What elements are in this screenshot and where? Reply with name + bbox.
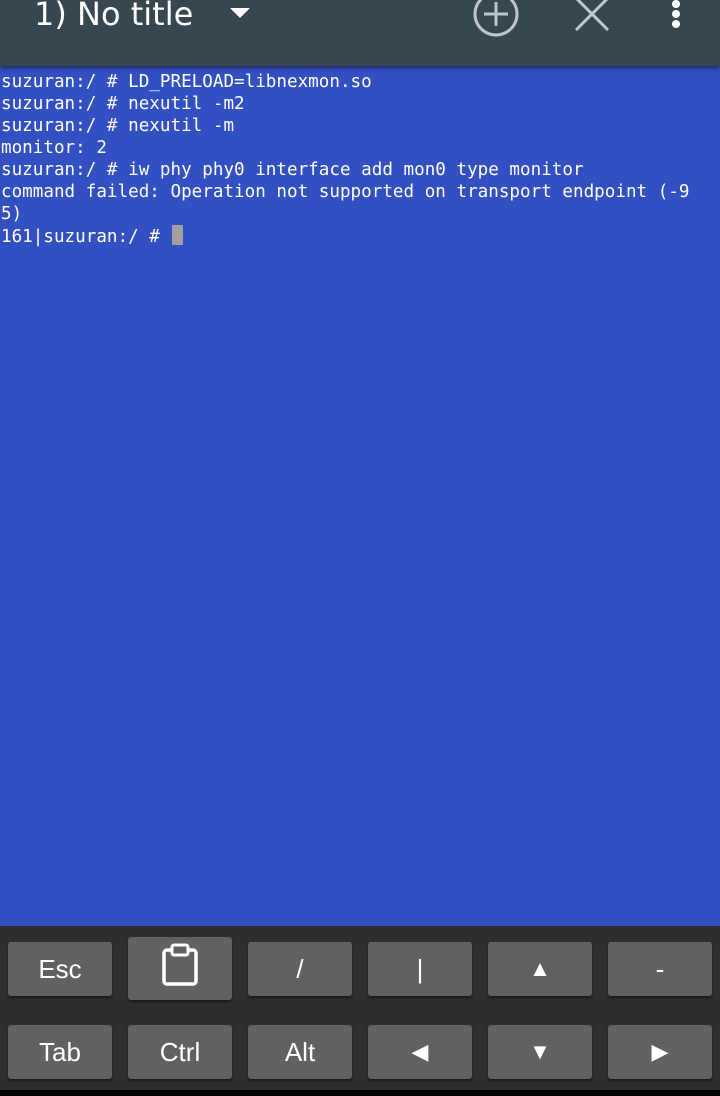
terminal-prompt-line: 161|suzuran:/ # xyxy=(0,225,720,247)
terminal-line: monitor: 2 xyxy=(1,138,107,158)
pipe-key[interactable]: | xyxy=(368,942,472,996)
close-icon xyxy=(564,0,620,40)
down-arrow-key[interactable]: ▼ xyxy=(488,1025,592,1079)
paste-key[interactable] xyxy=(128,937,232,1000)
dash-key[interactable]: - xyxy=(608,942,712,996)
terminal-line: suzuran:/ # nexutil -m2 xyxy=(1,94,245,114)
alt-key[interactable]: Alt xyxy=(248,1025,352,1079)
clipboard-icon xyxy=(160,943,200,994)
terminal-view[interactable]: suzuran:/ # LD_PRELOAD=libnexmon.so suzu… xyxy=(0,66,720,926)
more-vertical-icon xyxy=(648,0,704,40)
toolbar: 1) No title xyxy=(0,0,720,66)
up-arrow-key[interactable]: ▲ xyxy=(488,942,592,996)
add-circle-icon xyxy=(468,0,524,40)
session-title[interactable]: 1) No title xyxy=(34,0,193,36)
right-arrow-key[interactable]: ▶ xyxy=(608,1025,712,1079)
esc-key[interactable]: Esc xyxy=(8,942,112,996)
close-session-button[interactable] xyxy=(564,0,620,40)
terminal-line: 5) xyxy=(1,204,23,224)
new-session-button[interactable] xyxy=(468,0,524,40)
chevron-down-icon xyxy=(226,8,254,30)
ctrl-key[interactable]: Ctrl xyxy=(128,1025,232,1079)
tab-key[interactable]: Tab xyxy=(8,1025,112,1079)
overflow-menu-button[interactable] xyxy=(648,0,704,40)
navigation-bar-edge xyxy=(0,1090,720,1096)
terminal-line: command failed: Operation not supported … xyxy=(1,182,690,202)
terminal-line: suzuran:/ # nexutil -m xyxy=(1,116,235,136)
session-dropdown[interactable] xyxy=(226,0,254,26)
terminal-cursor xyxy=(172,225,184,245)
terminal-prompt: 161|suzuran:/ # xyxy=(1,227,171,247)
slash-key[interactable]: / xyxy=(248,942,352,996)
terminal-line: suzuran:/ # LD_PRELOAD=libnexmon.so xyxy=(1,72,372,92)
left-arrow-key[interactable]: ◀ xyxy=(368,1025,472,1079)
extra-keys-bar: Esc / | ▲ - Tab Ctrl Alt ◀ ▼ ▶ xyxy=(0,926,720,1096)
terminal-line: suzuran:/ # iw phy phy0 interface add mo… xyxy=(1,160,584,180)
